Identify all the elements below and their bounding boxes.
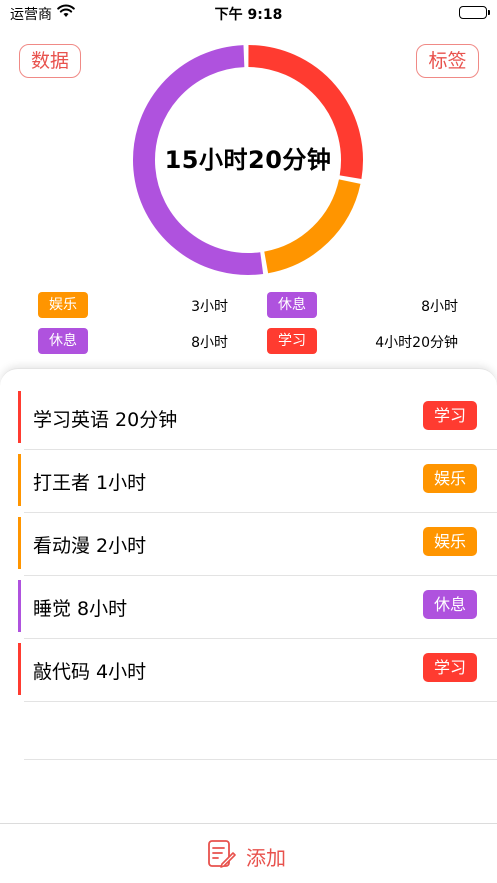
entry-list: 学习英语 20分钟 学习 打王者 1小时 娱乐 看动漫 2小时 娱乐 睡觉 8小… [0, 387, 497, 702]
legend-tag: 娱乐 [38, 292, 88, 318]
list-item[interactable]: 学习英语 20分钟 学习 [0, 387, 497, 450]
entry-title: 睡觉 8小时 [33, 598, 128, 620]
category-color-bar [18, 391, 21, 443]
legend-value: 3小时 [191, 299, 228, 315]
entry-tag: 学习 [423, 653, 477, 682]
battery-icon [459, 6, 490, 19]
bottom-toolbar: 添加 [0, 823, 497, 883]
entry-tag: 休息 [423, 590, 477, 619]
add-label: 添加 [246, 846, 286, 870]
divider [24, 701, 497, 702]
list-item[interactable]: 敲代码 4小时 学习 [0, 639, 497, 702]
legend-tag: 休息 [267, 292, 317, 318]
entries-card: 学习英语 20分钟 学习 打王者 1小时 娱乐 看动漫 2小时 娱乐 睡觉 8小… [0, 368, 497, 823]
legend-item: 休息 8小时 [267, 292, 458, 320]
legend-value: 4小时20分钟 [375, 335, 458, 351]
list-item[interactable]: 看动漫 2小时 娱乐 [0, 513, 497, 576]
entry-tag: 娱乐 [423, 527, 477, 556]
legend-item: 休息 8小时 [38, 328, 228, 356]
tags-button[interactable]: 标签 [416, 44, 479, 78]
list-item[interactable]: 睡觉 8小时 休息 [0, 576, 497, 639]
total-time-label: 15小时20分钟 [164, 146, 332, 174]
status-time: 下午 9:18 [214, 7, 283, 23]
legend-value: 8小时 [421, 299, 458, 315]
category-color-bar [18, 643, 21, 695]
legend-tag: 休息 [38, 328, 88, 354]
list-item[interactable]: 打王者 1小时 娱乐 [0, 450, 497, 513]
entry-tag: 娱乐 [423, 464, 477, 493]
entry-title: 学习英语 20分钟 [33, 409, 178, 431]
entry-tag: 学习 [423, 401, 477, 430]
entry-title: 打王者 1小时 [33, 472, 147, 494]
add-button[interactable]: 添加 [206, 838, 306, 870]
category-color-bar [18, 454, 21, 506]
category-color-bar [18, 580, 21, 632]
category-color-bar [18, 517, 21, 569]
legend-item: 娱乐 3小时 [38, 292, 228, 320]
legend-value: 8小时 [191, 335, 228, 351]
divider [24, 759, 497, 760]
legend-tag: 学习 [267, 328, 317, 354]
donut-segment-fun [263, 179, 361, 274]
entry-title: 看动漫 2小时 [33, 535, 147, 557]
legend-item: 学习 4小时20分钟 [267, 328, 458, 356]
data-button[interactable]: 数据 [19, 44, 81, 78]
entry-title: 敲代码 4小时 [33, 661, 147, 683]
category-legend: 娱乐 3小时 休息 8小时 休息 8小时 学习 4小时20分钟 [0, 290, 497, 360]
status-bar: 运营商 下午 9:18 [0, 0, 497, 26]
edit-note-icon [206, 838, 236, 870]
